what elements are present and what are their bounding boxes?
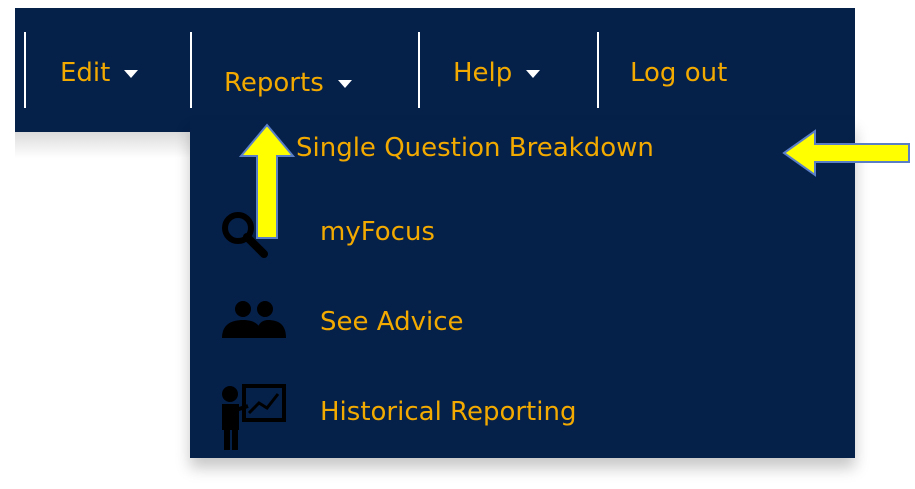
menu-item-single-question-breakdown[interactable]: Single Question Breakdown: [296, 135, 654, 161]
chevron-down-icon: [526, 70, 541, 78]
top-navbar: Edit Reports Help Log out: [15, 8, 855, 132]
navbar-shadow: [15, 128, 191, 158]
left-arrow-annotation-icon: [781, 128, 913, 178]
nav-reports-menu[interactable]: Reports: [224, 70, 352, 96]
menu-item-label: myFocus: [320, 217, 435, 247]
screenshot-stage: Edit Reports Help Log out Single Questio…: [0, 0, 915, 489]
menu-item-myfocus[interactable]: myFocus: [320, 219, 435, 245]
nav-logout-link[interactable]: Log out: [630, 60, 727, 86]
chevron-down-icon: [337, 80, 352, 88]
menu-item-label: Single Question Breakdown: [296, 133, 654, 163]
nav-reports-label: Reports: [224, 68, 324, 98]
nav-logout-label: Log out: [630, 58, 728, 88]
menu-item-label: Historical Reporting: [320, 397, 577, 427]
nav-edit-menu[interactable]: Edit: [60, 58, 139, 88]
nav-help-label: Help: [453, 58, 513, 88]
people-icon: [218, 300, 290, 342]
up-arrow-annotation-icon: [235, 122, 299, 242]
menu-item-label: See Advice: [320, 307, 464, 337]
nav-help-menu[interactable]: Help: [453, 58, 541, 88]
chevron-down-icon: [124, 70, 139, 78]
nav-edit-label: Edit: [60, 58, 111, 88]
nav-separator: [190, 32, 192, 108]
nav-separator: [24, 32, 26, 108]
menu-item-see-advice[interactable]: See Advice: [320, 309, 464, 335]
menu-item-historical-reporting[interactable]: Historical Reporting: [320, 399, 576, 425]
presenter-chart-icon: [218, 382, 290, 454]
nav-separator: [418, 32, 420, 108]
nav-separator: [597, 32, 599, 108]
